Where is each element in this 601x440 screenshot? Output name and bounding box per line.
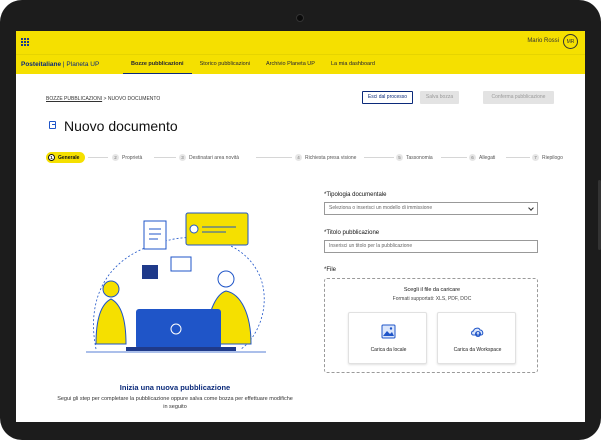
step-label: Destinatari area novità [189, 154, 240, 161]
step-connector [256, 157, 292, 158]
document-edit-icon [49, 121, 56, 129]
breadcrumb-current: NUOVO DOCUMENTO [107, 96, 161, 102]
titolo-placeholder: Inserisci un titolo per la pubblicazione [329, 243, 413, 249]
top-bar: Mario Rossi MR [16, 31, 585, 54]
empty-state-illustration [86, 212, 266, 353]
stepper: 1 Generale 2 Proprietà 3 Destinatari are… [46, 152, 566, 164]
step-number: 5 [396, 154, 403, 161]
nav-item-archivio[interactable]: Archivio Planeta UP [258, 55, 323, 75]
nav-item-bozze[interactable]: Bozze pubblicazioni [123, 55, 192, 75]
brand-product: Planeta UP [66, 61, 100, 68]
step-proprieta[interactable]: 2 Proprietà [112, 152, 146, 163]
step-label: Richiesta presa visione [305, 154, 357, 161]
cloud-upload-icon [471, 327, 484, 337]
step-label: Proprietà [122, 154, 143, 161]
breadcrumb-parent[interactable]: BOZZE PUBBLICAZIONI [46, 96, 102, 102]
main-nav: Bozze pubblicazioni Storico pubblicazion… [123, 55, 383, 75]
step-number: 3 [179, 154, 186, 161]
step-connector [154, 157, 176, 158]
exit-process-button[interactable]: Esci dal processo [362, 91, 413, 104]
dropzone-formats: Formati supportati: XLS, PDF, DOC [392, 296, 472, 302]
nav-item-storico[interactable]: Storico pubblicazioni [192, 55, 258, 75]
app-grid-icon[interactable] [21, 38, 29, 46]
step-connector [364, 157, 394, 158]
step-number: 4 [295, 154, 302, 161]
upload-local-button[interactable]: Carica da locale [348, 312, 427, 364]
upload-workspace-label: Carica da Workspace [453, 347, 502, 353]
breadcrumb: BOZZE PUBBLICAZIONI > NUOVO DOCUMENTO [46, 96, 160, 102]
step-label: Allegati [479, 154, 496, 161]
step-tassonomia[interactable]: 5 Tassonomia [396, 152, 436, 163]
confirm-publication-button[interactable]: Conferma pubblicazione [483, 91, 554, 104]
step-allegati[interactable]: 6 Allegati [469, 152, 499, 163]
step-label: Tassonomia [406, 154, 433, 161]
nav-item-dashboard[interactable]: La mia dashboard [323, 55, 383, 75]
step-number: 2 [112, 154, 119, 161]
titolo-label: *Titolo pubblicazione [324, 230, 380, 236]
titolo-input[interactable]: Inserisci un titolo per la pubblicazione [324, 240, 538, 253]
step-number: 6 [469, 154, 476, 161]
step-number: 7 [532, 154, 539, 161]
step-generale[interactable]: 1 Generale [46, 152, 86, 163]
step-connector [506, 157, 530, 158]
image-upload-icon [381, 324, 396, 339]
upload-workspace-button[interactable]: Carica da Workspace [437, 312, 516, 364]
tipologia-label: *Tipologia documentale [324, 192, 387, 198]
step-riepilogo[interactable]: 7 Riepilogo [532, 152, 566, 163]
breadcrumb-separator: > [103, 96, 107, 102]
user-name[interactable]: Mario Rossi [527, 38, 559, 44]
tipologia-placeholder: Seleziona o inserisci un modello di immi… [329, 205, 433, 211]
step-presa-visione[interactable]: 4 Richiesta presa visione [295, 152, 360, 163]
tablet-frame: Mario Rossi MR Posteitaliane | Planeta U… [0, 0, 601, 440]
empty-state-title: Inizia una nuova pubblicazione [119, 383, 231, 392]
avatar[interactable]: MR [563, 34, 578, 49]
chevron-down-icon [528, 205, 534, 211]
step-label: Riepilogo [542, 154, 563, 161]
nav-bar: Posteitaliane | Planeta UP Bozze pubblic… [16, 54, 585, 75]
page-title: Nuovo documento [64, 118, 178, 134]
brand-logo[interactable]: Posteitaliane | Planeta UP [21, 61, 99, 68]
tipologia-select[interactable]: Seleziona o inserisci un modello di immi… [324, 202, 538, 215]
main-content: BOZZE PUBBLICAZIONI > NUOVO DOCUMENTO Es… [16, 74, 585, 422]
step-label: Generale [58, 154, 80, 161]
save-draft-button[interactable]: Salva bozza [420, 91, 459, 104]
camera [296, 14, 304, 22]
app-screen: Mario Rossi MR Posteitaliane | Planeta U… [16, 31, 585, 422]
file-dropzone[interactable]: Scegli il file da caricare Formati suppo… [324, 278, 538, 373]
step-connector [441, 157, 467, 158]
step-number: 1 [48, 154, 55, 161]
step-destinatari[interactable]: 3 Destinatari area novità [179, 152, 243, 163]
upload-local-label: Carica da locale [370, 347, 407, 353]
step-connector [88, 157, 108, 158]
brand-name: Posteitaliane [21, 61, 62, 68]
dropzone-title: Scegli il file da caricare [403, 287, 461, 293]
file-label: *File [324, 267, 337, 273]
empty-state-description: Segui gli step per completare la pubblic… [57, 396, 293, 410]
